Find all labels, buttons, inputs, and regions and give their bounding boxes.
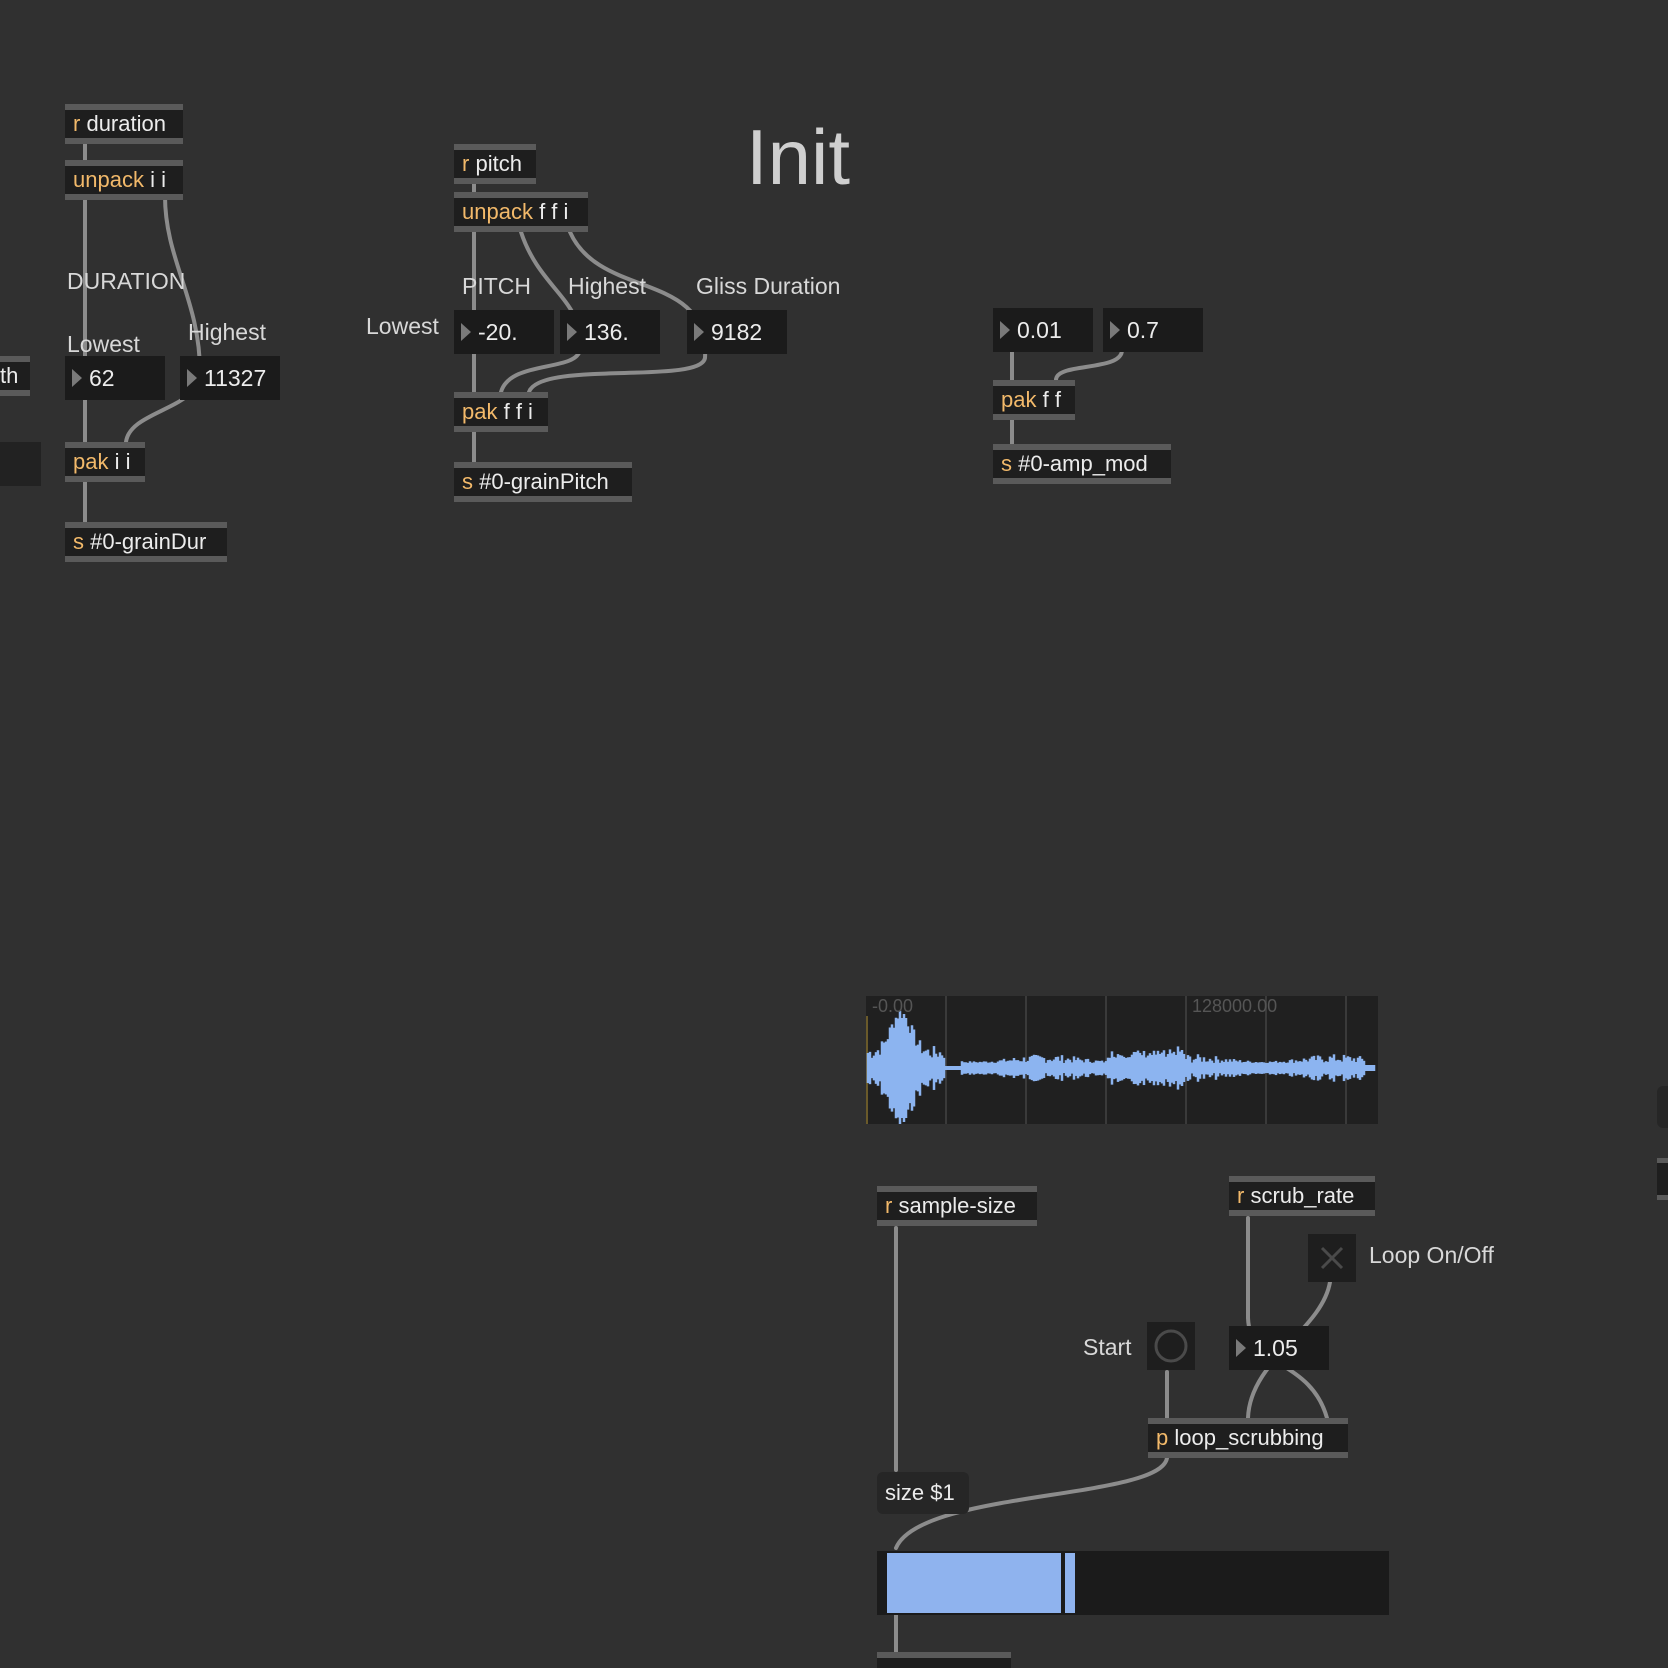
- object-keyword: r: [73, 111, 81, 136]
- unpack-pitch-object[interactable]: unpack f f i: [454, 192, 588, 232]
- object-argument: i i: [150, 167, 166, 192]
- number-value: 136.: [584, 319, 629, 345]
- receive-duration-object[interactable]: r duration: [65, 104, 183, 144]
- object-argument: f f: [1042, 387, 1061, 412]
- duration-lowest-label: Lowest: [67, 331, 140, 357]
- duration-section-label: DURATION: [67, 268, 186, 294]
- loop-scrubbing-subpatch-object[interactable]: p loop_scrubbing: [1148, 1418, 1348, 1458]
- number-arrow-icon: [187, 369, 197, 387]
- slider-knob[interactable]: [1061, 1553, 1065, 1613]
- number-arrow-icon: [567, 323, 577, 341]
- object-keyword: pak: [73, 449, 109, 474]
- object-argument: pitch: [475, 151, 522, 176]
- pitch-highest-label: Highest: [568, 273, 646, 299]
- position-slider[interactable]: [877, 1551, 1389, 1615]
- loop-toggle[interactable]: [1308, 1234, 1356, 1282]
- pak-duration-object[interactable]: pak i i: [65, 442, 145, 482]
- waveform-graph: [866, 996, 1376, 1124]
- duration-lowest-number[interactable]: 62: [65, 356, 165, 400]
- number-value: 62: [89, 365, 115, 391]
- patch-cords: [83, 142, 1332, 1662]
- number-arrow-icon: [1000, 321, 1010, 339]
- number-value: 11327: [204, 365, 267, 391]
- pitch-lowest-label: Lowest: [366, 313, 439, 339]
- pitch-section-label: PITCH: [462, 273, 531, 299]
- cut-off-object[interactable]: [877, 1652, 1011, 1668]
- number-arrow-icon: [1110, 321, 1120, 339]
- gliss-duration-label: Gliss Duration: [696, 273, 841, 299]
- number-arrow-icon: [72, 369, 82, 387]
- cut-off-object[interactable]: [1657, 1158, 1668, 1200]
- cord: [1054, 348, 1124, 382]
- start-label: Start: [1083, 1334, 1132, 1360]
- cut-off-object[interactable]: th: [0, 356, 30, 396]
- object-argument: duration: [86, 111, 166, 136]
- object-keyword: unpack: [73, 167, 144, 192]
- scrub-rate-number[interactable]: 1.05: [1229, 1326, 1329, 1370]
- number-arrow-icon: [694, 323, 704, 341]
- amp-min-number[interactable]: 0.01: [993, 308, 1093, 352]
- object-keyword: s: [462, 469, 473, 494]
- waveform-display[interactable]: -0.00 128000.00: [866, 996, 1378, 1124]
- gliss-duration-number[interactable]: 9182: [687, 310, 787, 354]
- duration-highest-label: Highest: [188, 319, 266, 345]
- object-keyword: s: [73, 529, 84, 554]
- circle-icon: [1154, 1329, 1188, 1363]
- send-graindur-object[interactable]: s #0-grainDur: [65, 522, 227, 562]
- object-argument: i i: [114, 449, 131, 474]
- object-argument: f f i: [539, 199, 569, 224]
- object-keyword: unpack: [462, 199, 533, 224]
- close-icon: [1320, 1246, 1344, 1270]
- slider-indicator: [1065, 1553, 1075, 1613]
- number-arrow-icon: [461, 323, 471, 341]
- pak-amp-object[interactable]: pak f f: [993, 380, 1075, 420]
- slider-fill: [887, 1553, 1075, 1613]
- object-argument: f f i: [503, 399, 533, 424]
- receive-scrub-rate-object[interactable]: r scrub_rate: [1229, 1176, 1375, 1216]
- amp-max-number[interactable]: 0.7: [1103, 308, 1203, 352]
- pitch-highest-number[interactable]: 136.: [560, 310, 660, 354]
- send-amp-mod-object[interactable]: s #0-amp_mod: [993, 444, 1171, 484]
- waveform-end-time: 128000.00: [1192, 996, 1278, 1016]
- object-argument: sample-size: [898, 1193, 1016, 1218]
- object-text: th: [0, 363, 19, 388]
- number-value: 0.01: [1017, 317, 1062, 343]
- object-keyword: pak: [462, 399, 498, 424]
- number-arrow-icon: [1236, 1339, 1246, 1357]
- object-keyword: r: [462, 151, 470, 176]
- size-message-box[interactable]: size $1: [877, 1472, 969, 1514]
- start-bang-button[interactable]: [1147, 1322, 1195, 1370]
- loop-on-off-label: Loop On/Off: [1369, 1242, 1494, 1268]
- number-value: 0.7: [1127, 317, 1159, 343]
- object-keyword: s: [1001, 451, 1012, 476]
- object-keyword: pak: [1001, 387, 1037, 412]
- pak-pitch-object[interactable]: pak f f i: [454, 392, 548, 432]
- object-argument: loop_scrubbing: [1174, 1425, 1324, 1450]
- pitch-lowest-number[interactable]: -20.: [454, 310, 554, 354]
- waveform-start-time: -0.00: [872, 996, 914, 1016]
- number-value: 9182: [711, 319, 763, 345]
- number-value: -20.: [478, 319, 518, 345]
- object-keyword: r: [885, 1193, 893, 1218]
- object-argument: #0-grainDur: [90, 529, 207, 554]
- object-keyword: p: [1156, 1425, 1169, 1450]
- cut-off-box[interactable]: [0, 442, 41, 486]
- number-value: 1.05: [1253, 1335, 1298, 1361]
- patch-title: Init: [746, 113, 851, 201]
- object-argument: #0-amp_mod: [1018, 451, 1148, 476]
- receive-sample-size-object[interactable]: r sample-size: [877, 1186, 1037, 1226]
- receive-pitch-object[interactable]: r pitch: [454, 144, 536, 184]
- cut-off-object[interactable]: [1657, 1086, 1668, 1128]
- object-argument: #0-grainPitch: [479, 469, 609, 494]
- unpack-duration-object[interactable]: unpack i i: [65, 160, 183, 200]
- object-argument: scrub_rate: [1250, 1183, 1355, 1208]
- send-grainpitch-object[interactable]: s #0-grainPitch: [454, 462, 632, 502]
- duration-highest-number[interactable]: 11327: [180, 356, 280, 400]
- object-keyword: r: [1237, 1183, 1245, 1208]
